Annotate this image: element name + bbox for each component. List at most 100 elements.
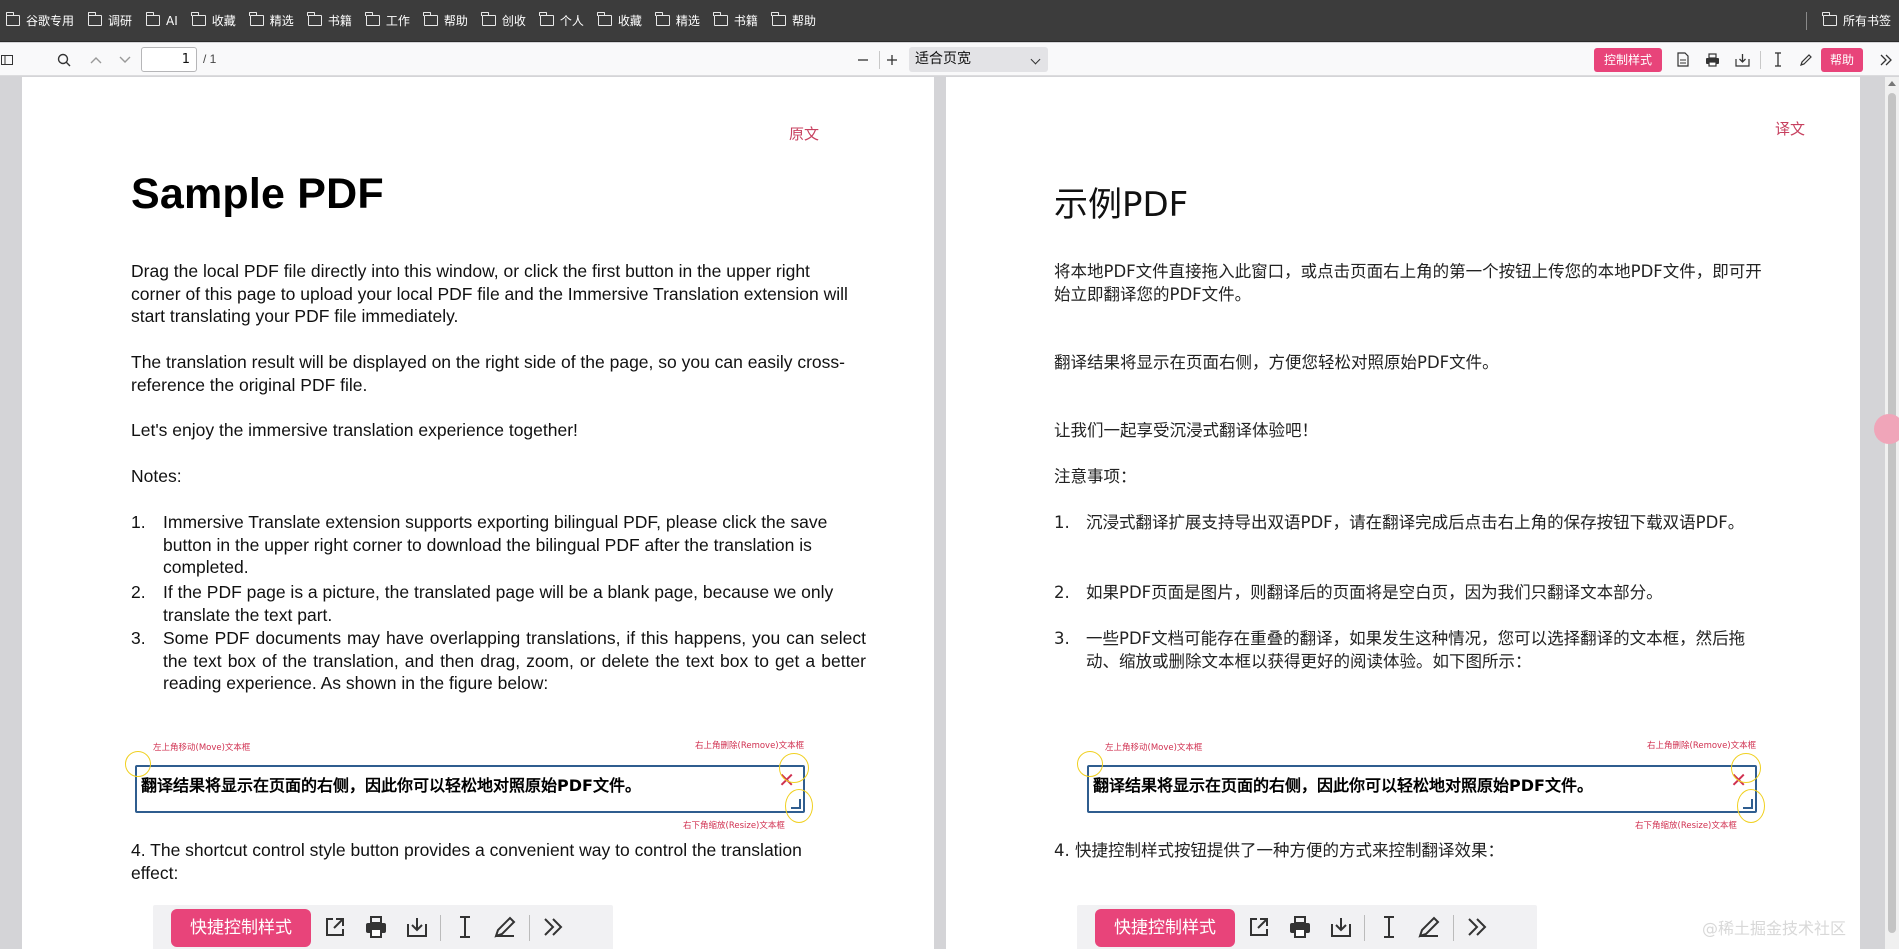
find-button[interactable] [54,43,74,76]
bookmark-folder[interactable]: 工作 [360,0,418,42]
bookmark-folder[interactable]: 调研 [82,0,140,42]
bookmark-label: 个人 [559,14,584,28]
print-button[interactable] [1703,43,1721,76]
floating-translate-button[interactable] [1874,414,1899,444]
scrollbar[interactable] [1885,77,1899,949]
text-select-button[interactable] [1769,43,1787,76]
page-total-label: / 1 [203,52,217,66]
bookmark-folder[interactable]: AI [140,0,186,42]
list-item-text: 一些PDF文档可能存在重叠的翻译，如果发生这种情况，您可以选择翻译的文本框，然后… [1086,629,1746,671]
bookmark-label: 书籍 [733,14,758,28]
printer-icon [366,916,386,938]
paragraph-1: 将本地PDF文件直接拖入此窗口，或点击页面右上角的第一个按钮上传您的本地PDF文… [1054,262,1762,304]
sidebar-icon [1,54,13,65]
folder-icon [5,12,20,26]
upload-pdf-button[interactable] [1674,43,1692,76]
save-button[interactable] [1733,43,1751,76]
folder-icon [539,12,554,26]
bookmarks-list: 谷歌专用 调研 AI 收藏 精选 书籍 工作 帮助 创收 个人 收藏 精选 书籍 帮助 [0,0,824,42]
list-item-text: If the PDF page is a picture, the transl… [163,582,834,625]
list-item: 1. Immersive Translate extension support… [131,511,836,579]
sidebar-toggle-button[interactable] [0,43,14,76]
list-item-number: 3. [1054,629,1070,648]
paragraph-2: 翻译结果将显示在页面右侧，方便您轻松对照原始PDF文件。 [1054,353,1499,372]
bookmark-label: 创收 [501,14,526,28]
demo-textbox-text: 翻译结果将显示在页面的右侧，因此你可以轻松地对照原始PDF文件。 [141,776,641,795]
all-bookmarks-button[interactable]: 所有书签 [1817,0,1899,42]
bookmark-folder[interactable]: 书籍 [708,0,766,42]
move-handle-highlight [1077,751,1103,777]
list-item: 3. Some PDF documents may have overlappi… [131,627,866,695]
bookmark-folder[interactable]: 创收 [476,0,534,42]
move-hint: 左上角移动(Move)文本框 [153,743,251,753]
bookmark-folder[interactable]: 帮助 [766,0,824,42]
bookmark-folder[interactable]: 书籍 [302,0,360,42]
printer-icon [1290,916,1310,938]
open-external-icon [326,918,344,936]
zoom-select-value: 适合页宽 [915,51,971,67]
textbox-demo-figure: 左上角移动(Move)文本框 右上角删除(Remove)文本框 翻译结果将显示在… [1077,741,1787,831]
list-item-text: Immersive Translate extension supports e… [163,512,828,577]
demo-textbox: 翻译结果将显示在页面的右侧，因此你可以轻松地对照原始PDF文件。 ✕ [1087,765,1757,813]
bookmark-label: 调研 [108,14,133,28]
bookmark-label: 收藏 [617,14,642,28]
paragraph-1: Drag the local PDF file directly into th… [131,261,848,326]
control-style-button[interactable]: 控制样式 [1594,48,1662,72]
page-title: Sample PDF [131,170,384,218]
list-item-4: 4. The shortcut control style button pro… [131,840,802,883]
list-item-number: 2. [131,582,146,602]
bookmarks-separator [1805,11,1807,30]
bookmark-label: 精选 [675,14,700,28]
page-number-input[interactable]: 1 [141,47,197,72]
bookmark-label: 帮助 [791,14,816,28]
scrollbar-thumb[interactable] [1888,93,1896,933]
list-item: 2. If the PDF page is a picture, the tra… [131,581,836,626]
translation-label: 译文 [1775,120,1806,138]
previous-page-button[interactable] [86,43,106,76]
folder-icon [307,12,322,26]
list-item-number: 3. [131,628,146,648]
control-bar-figure: 快捷控制样式 [153,905,613,949]
draw-button[interactable] [1797,43,1815,76]
bookmark-folder[interactable]: 收藏 [592,0,650,42]
bookmark-folder[interactable]: 个人 [534,0,592,42]
list-item-text: 沉浸式翻译扩展支持导出双语PDF，请在翻译完成后点击右上角的保存按钮下载双语PD… [1086,513,1745,532]
control-style-figure-button: 快捷控制样式 [1095,909,1235,947]
original-page: 原文 Sample PDF Drag the local PDF file di… [22,77,934,949]
bookmark-folder[interactable]: 精选 [244,0,302,42]
list-item-text: 如果PDF页面是图片，则翻译后的页面将是空白页，因为我们只翻译文本部分。 [1086,583,1663,602]
chevron-up-icon [90,56,102,63]
open-external-icon [1250,918,1268,936]
folder-icon [87,12,103,26]
help-button[interactable]: 帮助 [1821,48,1863,72]
folder-icon [423,12,438,26]
bookmarks-bar: 谷歌专用 调研 AI 收藏 精选 书籍 工作 帮助 创收 个人 收藏 精选 书籍 帮助 所有书签 [0,0,1899,42]
bookmark-folder[interactable]: 精选 [650,0,708,42]
folder-icon [771,12,786,26]
double-chevron-right-icon [1468,918,1487,936]
resize-handle-highlight [1737,789,1765,823]
remove-handle-highlight [779,753,809,783]
list-item-4: 4. 快捷控制样式按钮提供了一种方便的方式来控制翻译效果： [1054,841,1504,860]
bookmark-folder[interactable]: 谷歌专用 [0,0,82,42]
translated-page: 译文 示例PDF 将本地PDF文件直接拖入此窗口，或点击页面右上角的第一个按钮上… [946,77,1860,949]
paragraph-2: The translation result will be displayed… [131,352,845,395]
zoom-select[interactable]: 适合页宽 [909,47,1048,72]
next-page-button[interactable] [115,43,135,76]
textbox-demo-figure: 左上角移动(Move)文本框 右上角删除(Remove)文本框 翻译结果将显示在… [125,741,835,831]
bookmark-folder[interactable]: 帮助 [418,0,476,42]
folder-icon [481,12,496,26]
list-item: 3. 一些PDF文档可能存在重叠的翻译，如果发生这种情况，您可以选择翻译的文本框… [1054,627,1758,673]
list-item-text: Some PDF documents may have overlapping … [163,628,866,693]
zoom-out-button[interactable] [853,43,873,76]
bookmark-folder[interactable]: 收藏 [186,0,244,42]
scroll-up-icon[interactable] [1888,81,1896,86]
notes-heading: 注意事项： [1054,467,1137,486]
list-item: 1. 沉浸式翻译扩展支持导出双语PDF，请在翻译完成后点击右上角的保存按钮下载双… [1054,511,1758,534]
folder-icon [1822,12,1837,26]
pdf-toolbar: 1 / 1 适合页宽 控制样式 帮助 [0,43,1899,76]
zoom-in-button[interactable] [882,43,902,76]
folder-icon [597,12,612,26]
more-tools-button[interactable] [1876,43,1896,76]
folder-icon [713,12,728,26]
